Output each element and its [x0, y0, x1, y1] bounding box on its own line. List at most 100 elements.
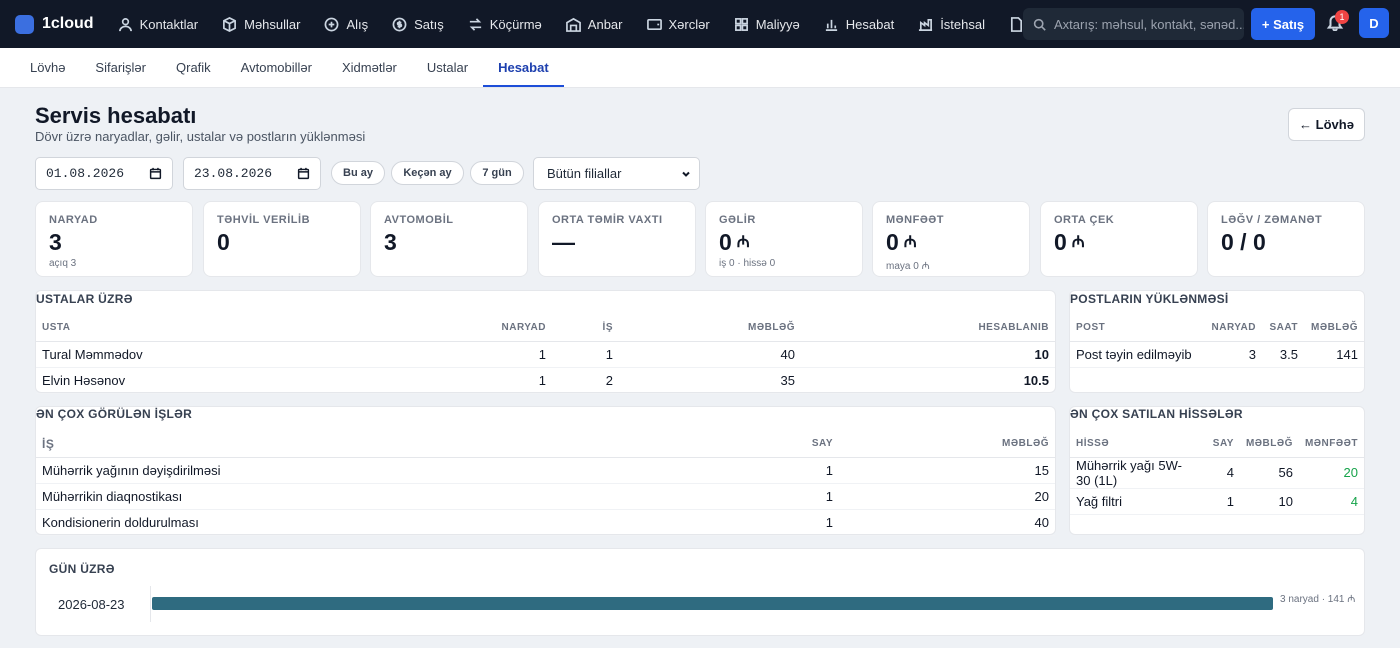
day-bar [152, 597, 1273, 610]
app-name: 1cloud [42, 15, 94, 32]
top-works-title: ƏN ÇOX GÖRÜLƏN İŞLƏR [36, 407, 193, 421]
nav-item-anbar[interactable]: Anbar [554, 0, 635, 48]
search-icon [1033, 18, 1046, 31]
day-date: 2026-08-23 [58, 597, 125, 612]
new-sale-button[interactable]: + Satış [1251, 8, 1315, 40]
notification-badge: 1 [1335, 10, 1349, 24]
posts-panel: POSTLARIN YÜKLƏNMƏSİ POST NARYAD SAAT MƏ… [1069, 290, 1365, 393]
nav-item-istehsal[interactable]: İstehsal [906, 0, 997, 48]
nav-item-label: Maliyyə [755, 16, 800, 32]
column-header: MƏBLƏĞ [619, 315, 801, 342]
table-row[interactable]: Elvin Həsənov 1 2 35 10.5 [36, 367, 1055, 394]
tab-qrafik[interactable]: Qrafik [161, 48, 226, 87]
branch-select[interactable]: Bütün filiallar [533, 157, 700, 190]
nav-item-maliyye[interactable]: Maliyyə [722, 0, 812, 48]
tab-lovhe[interactable]: Lövhə [15, 48, 80, 87]
column-header: NARYAD [1204, 315, 1262, 342]
tab-xidmetler[interactable]: Xidmətlər [327, 48, 412, 87]
top-works-table: İŞ SAY MƏBLƏĞ Mühərrik yağının dəyişdiri… [36, 431, 1055, 536]
avatar[interactable]: D [1359, 8, 1389, 38]
app-logo[interactable]: 1cloud [15, 14, 94, 34]
nav-item-label: Xərclər [668, 16, 710, 32]
column-header: SAY [1201, 431, 1240, 458]
table-row[interactable]: Mühərrik yağının dəyişdirilməsi 1 15 [36, 457, 1055, 484]
sub-nav: Lövhə Sifarişlər Qrafik Avtomobillər Xid… [0, 48, 1400, 88]
kpi-value: 3 [49, 230, 179, 255]
kpi-label: MƏNFƏƏT [886, 214, 945, 226]
table-cell: 1 [726, 509, 839, 536]
table-cell: 10 [801, 341, 1055, 368]
kpi-card: MƏNFƏƏT 0 ₼ maya 0 ₼ [872, 201, 1030, 277]
kpi-card: TƏHVİL VERİLİB 0 [203, 201, 361, 277]
tab-sifarisler[interactable]: Sifarişlər [80, 48, 161, 87]
column-header: MƏNFƏƏT [1298, 431, 1364, 458]
manat-icon: ₼ [903, 234, 917, 251]
nav-item-xercler[interactable]: Xərclər [635, 0, 722, 48]
masters-panel: USTALAR ÜZRƏ USTA NARYAD İŞ MƏBLƏĞ HESAB… [35, 290, 1056, 394]
table-cell: 40 [619, 341, 801, 368]
nav-item-hesabat[interactable]: Hesabat [812, 0, 906, 48]
column-header: MƏBLƏĞ [839, 431, 1055, 458]
nav-item-kontaktlar[interactable]: Kontaktlar [106, 0, 211, 48]
tab-avtomobiller[interactable]: Avtomobillər [226, 48, 327, 87]
table-cell: 1 [552, 341, 619, 368]
kpi-value-text: 3 [49, 229, 62, 255]
nav-item-label: İstehsal [940, 16, 985, 32]
kpi-label: LƏĞV / ZƏMANƏT [1221, 214, 1323, 226]
table-row[interactable]: Yağ filtri 1 10 4 [1070, 488, 1364, 515]
table-row[interactable]: Tural Məmmədov 1 1 40 10 [36, 341, 1055, 368]
grid-icon [734, 17, 748, 31]
nav-item-mehsullar[interactable]: Məhsullar [210, 0, 312, 48]
nav-item-label: Alış [346, 16, 369, 32]
chip-last-month[interactable]: Keçən ay [391, 161, 464, 185]
tab-ustalar[interactable]: Ustalar [412, 48, 483, 87]
page-subtitle: Dövr üzrə naryadlar, gəlir, ustalar və p… [35, 129, 366, 144]
table-cell: 1 [1201, 488, 1240, 515]
table-cell: 1 [456, 341, 552, 368]
chip-this-month[interactable]: Bu ay [331, 161, 385, 185]
kpi-card: NARYAD 3 açıq 3 [35, 201, 193, 277]
table-cell: 3 [1204, 341, 1262, 368]
date-from-value: 01.08.2026 [46, 166, 125, 181]
chip-7-days[interactable]: 7 gün [470, 161, 524, 185]
top-works-panel: ƏN ÇOX GÖRÜLƏN İŞLƏR İŞ SAY MƏBLƏĞ Mühər… [35, 406, 1056, 536]
date-from-input[interactable]: 01.08.2026 [35, 157, 173, 190]
kpi-value-text: 3 [384, 229, 397, 255]
kpi-sub: maya 0 ₼ [886, 261, 930, 272]
kpi-value-text: 0 / 0 [1221, 229, 1266, 255]
nav-item-alis[interactable]: Alış [312, 0, 380, 48]
nav-item-satis[interactable]: Satış [380, 0, 456, 48]
branch-select-value: Bütün filiallar [547, 166, 622, 181]
table-cell: 20 [1298, 457, 1364, 489]
table-cell: 1 [726, 483, 839, 510]
column-header: USTA [36, 315, 456, 342]
nav-item-label: Hesabat [845, 16, 895, 32]
box-icon [223, 16, 237, 32]
transfer-icon [469, 17, 482, 31]
logo-icon [15, 14, 34, 34]
back-to-dashboard-button[interactable]: ← Lövhə [1288, 108, 1365, 141]
factory-icon [919, 18, 933, 31]
kpi-label: AVTOMOBİL [384, 214, 454, 226]
table-row[interactable]: Mühərrik yağı 5W-30 (1L) 4 56 20 [1070, 457, 1364, 489]
kpi-value: 3 [384, 230, 514, 255]
table-cell: 1 [456, 367, 552, 394]
top-parts-table: HİSSƏ SAY MƏBLƏĞ MƏNFƏƏT Mühərrik yağı 5… [1070, 431, 1364, 515]
table-row[interactable]: Kondisionerin doldurulması 1 40 [36, 509, 1055, 536]
date-to-input[interactable]: 23.08.2026 [183, 157, 321, 190]
table-cell: Mühərrik yağı 5W-30 (1L) [1070, 457, 1202, 489]
search-input[interactable] [1054, 16, 1244, 32]
table-row[interactable]: Mühərrikin diaqnostikası 1 20 [36, 483, 1055, 510]
top-parts-title: ƏN ÇOX SATILAN HİSSƏLƏR [1070, 407, 1243, 421]
kpi-card: ORTA ÇEK 0 ₼ [1040, 201, 1198, 277]
table-cell: Post təyin edilməyib [1070, 341, 1204, 368]
table-row[interactable]: Post təyin edilməyib 3 3.5 141 [1070, 341, 1364, 368]
kpi-value-text: 0 [217, 229, 230, 255]
table-cell: 56 [1239, 457, 1299, 489]
tab-hesabat[interactable]: Hesabat [483, 48, 564, 87]
nav-item-kocurme[interactable]: Köçürmə [456, 0, 554, 48]
main-nav: Kontaktlar Məhsullar Alış Satış Köçürmə … [106, 0, 1036, 48]
column-header: NARYAD [456, 315, 552, 342]
search-box[interactable] [1023, 8, 1244, 40]
masters-title: USTALAR ÜZRƏ [36, 292, 133, 306]
